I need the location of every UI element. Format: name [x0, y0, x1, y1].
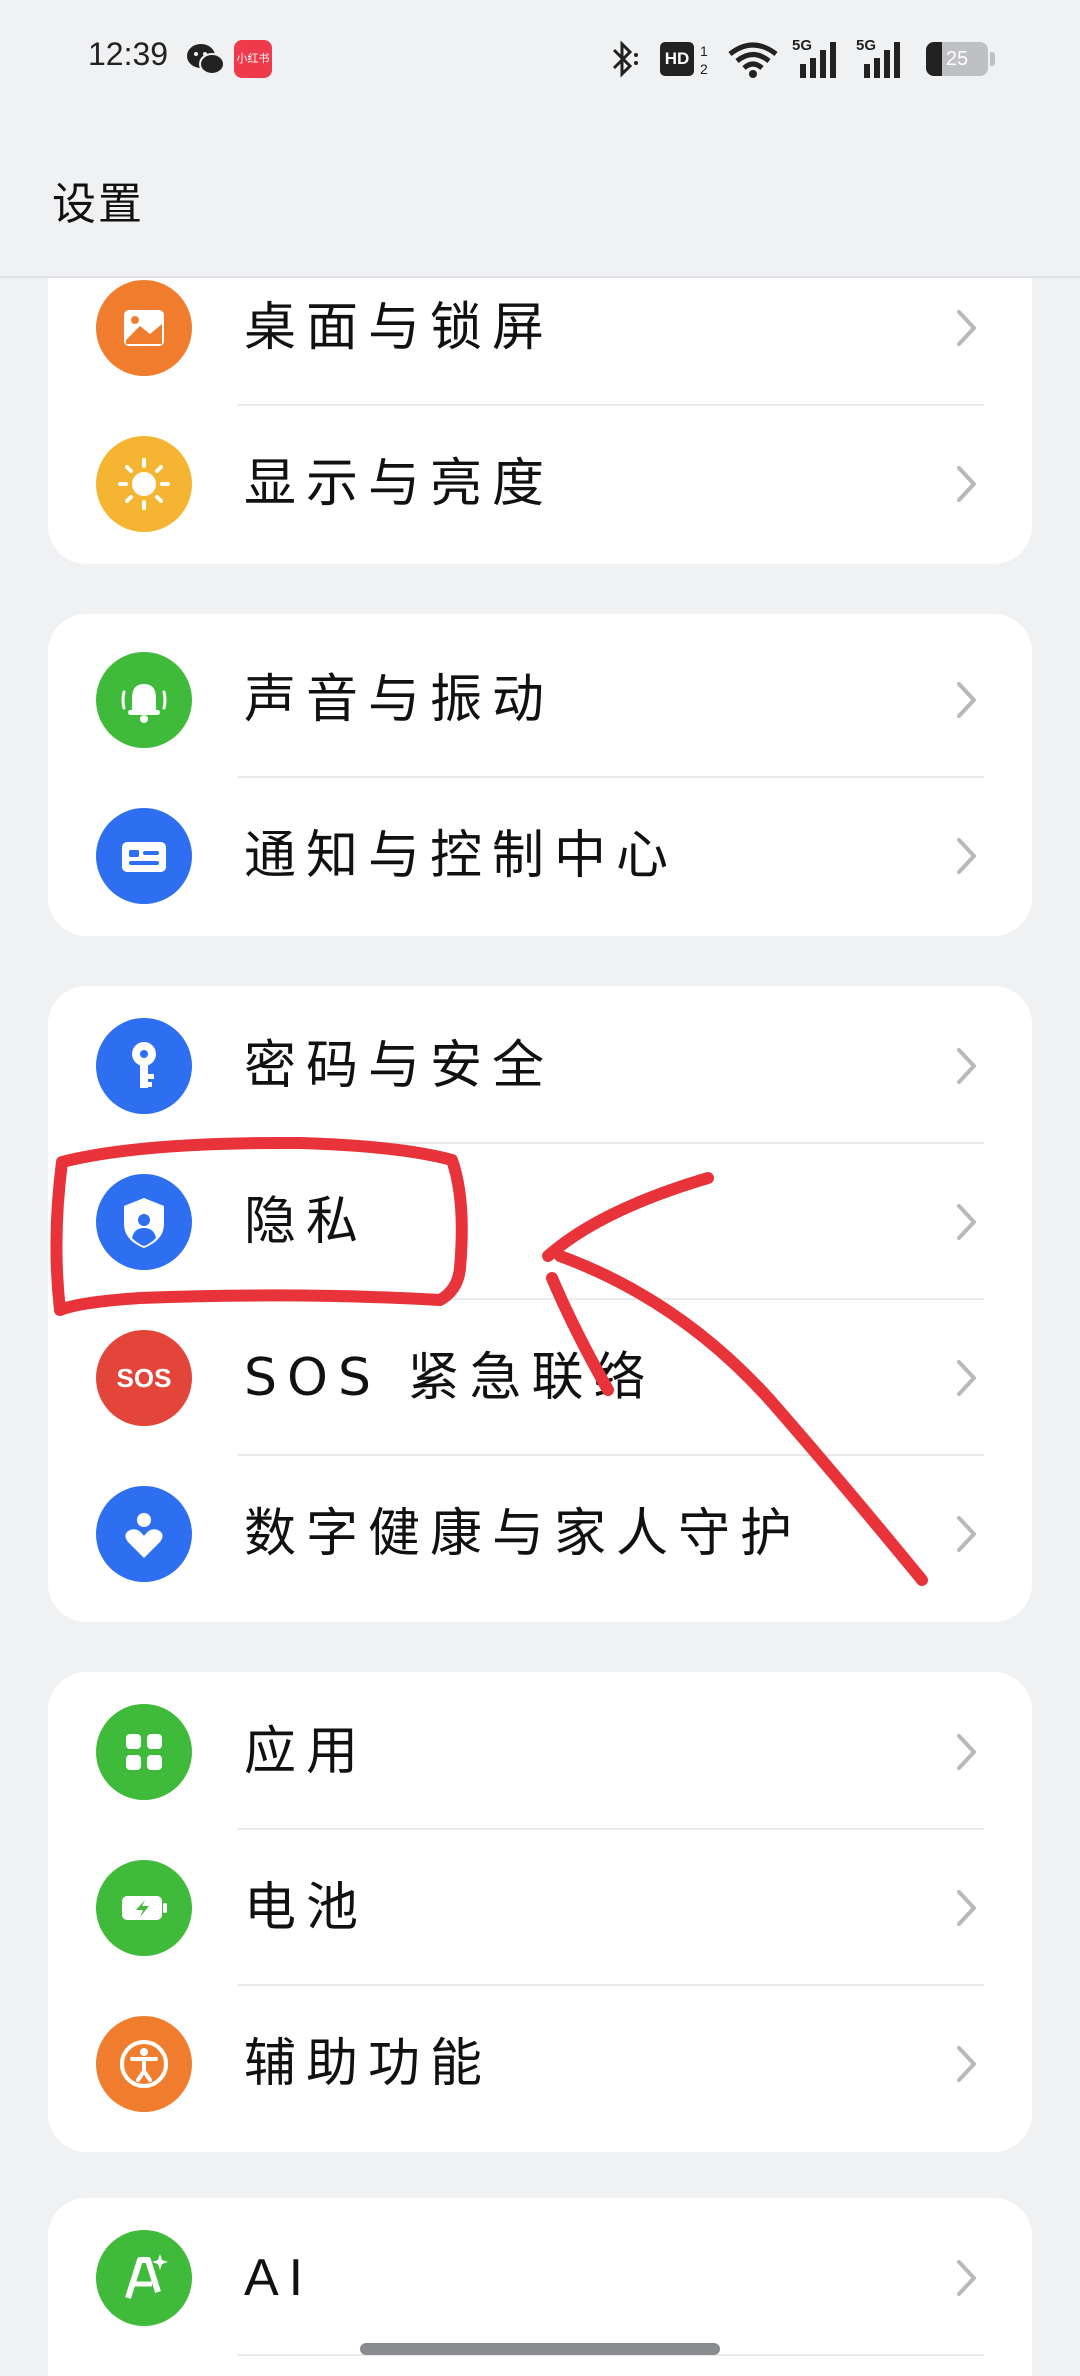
svg-text:5G: 5G	[792, 37, 812, 54]
chevron-right-icon	[957, 2046, 976, 2082]
xiaohongshu-label: 小红书	[236, 52, 270, 65]
status-time: 12:39	[88, 36, 169, 72]
svg-text:5G: 5G	[856, 37, 876, 54]
svg-text:1: 1	[700, 43, 708, 59]
apps-grid-icon	[96, 1704, 192, 1800]
sos-icon-text: SOS	[116, 1363, 172, 1393]
status-bar: 12:39 小红书 HD 1 2 5G 5G 25	[0, 0, 1080, 120]
chevron-right-icon	[957, 1516, 976, 1552]
chevron-right-icon	[957, 1360, 976, 1396]
settings-item-label: 显示与亮度	[244, 454, 555, 514]
sos-icon: SOS	[96, 1330, 192, 1426]
settings-item-apps[interactable]: 应用	[48, 1674, 1032, 1830]
wechat-icon	[187, 44, 225, 75]
settings-group: 桌面与锁屏 显示与亮度	[48, 278, 1032, 564]
settings-item-digital-wellbeing[interactable]: 数字健康与家人守护	[48, 1456, 1032, 1612]
sun-icon	[96, 436, 192, 532]
settings-item-label: SOS 紧急联络	[244, 1348, 656, 1408]
svg-text:2: 2	[700, 61, 708, 77]
signal-5g-icon: 5G	[792, 37, 836, 78]
settings-item-label: 应用	[244, 1722, 369, 1782]
settings-item-display[interactable]: 显示与亮度	[48, 406, 1032, 562]
key-icon	[96, 1018, 192, 1114]
page-title: 设置	[52, 179, 144, 230]
signal-5g-icon: 5G	[856, 37, 900, 78]
settings-item-label: 辅助功能	[244, 2034, 493, 2094]
chevron-right-icon	[957, 466, 976, 502]
settings-item-sound[interactable]: 声音与振动	[48, 622, 1032, 778]
settings-item-battery[interactable]: 电池	[48, 1830, 1032, 1986]
chevron-right-icon	[957, 1734, 976, 1770]
settings-group: 应用 电池 辅助功能	[48, 1672, 1032, 2152]
battery-level: 25	[945, 48, 969, 70]
bluetooth-icon	[612, 40, 638, 78]
chevron-right-icon	[957, 1204, 976, 1240]
chevron-right-icon	[957, 1890, 976, 1926]
settings-item-accessibility[interactable]: 辅助功能	[48, 1986, 1032, 2142]
settings-item-label: AI	[244, 2249, 314, 2307]
bell-icon	[96, 652, 192, 748]
wifi-icon	[728, 42, 778, 78]
dual-sim-icon: 1 2	[700, 43, 708, 77]
chevron-right-icon	[957, 310, 976, 346]
settings-item-label: 通知与控制中心	[244, 826, 679, 886]
settings-list[interactable]: 桌面与锁屏 显示与亮度 声音与振动 通知与控制中心 密码与安全 隐私 SOS S…	[0, 278, 1080, 2376]
chevron-right-icon	[957, 2260, 976, 2296]
settings-item-notifications[interactable]: 通知与控制中心	[48, 778, 1032, 934]
settings-item-label: 桌面与锁屏	[244, 298, 555, 358]
battery-charge-icon	[96, 1860, 192, 1956]
settings-item-privacy[interactable]: 隐私	[48, 1144, 1032, 1300]
home-indicator[interactable]	[360, 2343, 720, 2355]
settings-item-label: 数字健康与家人守护	[244, 1504, 803, 1564]
settings-group: 密码与安全 隐私 SOS SOS 紧急联络 数字健康与家人守护	[48, 986, 1032, 1622]
settings-group: 声音与振动 通知与控制中心	[48, 614, 1032, 936]
settings-item-ai[interactable]: AI	[48, 2200, 1032, 2356]
settings-item-label: 声音与振动	[244, 670, 555, 730]
hd-label: HD	[664, 49, 690, 68]
settings-item-label: 电池	[244, 1878, 369, 1938]
wallpaper-icon	[96, 280, 192, 376]
accessibility-icon	[96, 2016, 192, 2112]
battery-icon: 25	[926, 42, 988, 76]
settings-item-wallpaper[interactable]: 桌面与锁屏	[48, 278, 1032, 406]
xiaohongshu-icon: 小红书	[234, 40, 272, 78]
notification-icon	[96, 808, 192, 904]
header: 设置	[0, 120, 1080, 278]
hd-icon: HD	[660, 42, 694, 76]
settings-item-label: 密码与安全	[244, 1036, 555, 1096]
privacy-shield-icon	[96, 1174, 192, 1270]
chevron-right-icon	[957, 838, 976, 874]
settings-item-password-security[interactable]: 密码与安全	[48, 988, 1032, 1144]
chevron-right-icon	[957, 1048, 976, 1084]
heart-person-icon	[96, 1486, 192, 1582]
battery-tip	[990, 52, 995, 66]
ai-sparkle-icon	[96, 2230, 192, 2326]
chevron-right-icon	[957, 682, 976, 718]
settings-item-sos[interactable]: SOS SOS 紧急联络	[48, 1300, 1032, 1456]
settings-item-label: 隐私	[244, 1192, 369, 1252]
